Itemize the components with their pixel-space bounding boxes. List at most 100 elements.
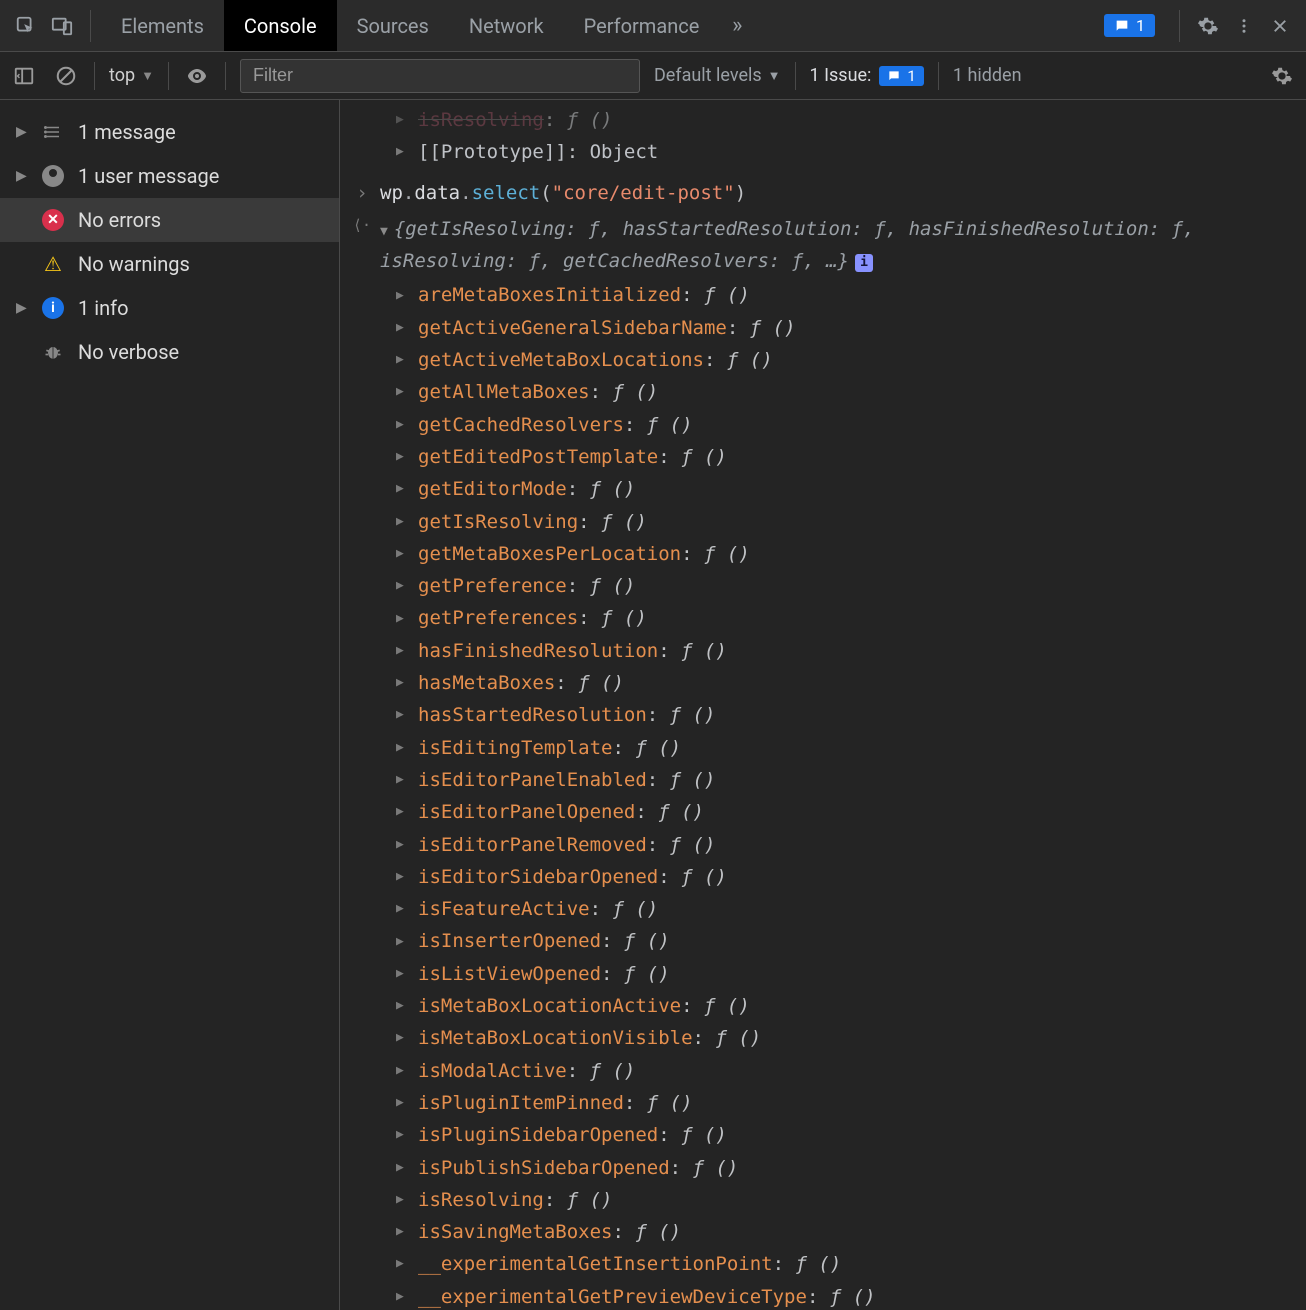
object-property[interactable]: ▶hasStartedResolution: ƒ () [340, 699, 1306, 731]
object-property[interactable]: ▶isModalActive: ƒ () [340, 1055, 1306, 1087]
expand-icon: ▶ [396, 963, 408, 985]
warn-icon: ⚠ [42, 253, 64, 275]
tab-elements[interactable]: Elements [101, 0, 224, 51]
object-property[interactable]: ▶getEditorMode: ƒ () [340, 473, 1306, 505]
sidebar-item-label: 1 user message [78, 164, 219, 188]
object-property[interactable]: ▶isMetaBoxLocationVisible: ƒ () [340, 1022, 1306, 1054]
object-property[interactable]: ▶__experimentalGetInsertionPoint: ƒ () [340, 1248, 1306, 1280]
command-text: wp.data.select("core/edit-post") [376, 177, 1298, 209]
object-property[interactable]: ▶isPublishSidebarOpened: ƒ () [340, 1152, 1306, 1184]
live-expression-icon[interactable] [183, 62, 211, 90]
object-property[interactable]: ▶isPluginItemPinned: ƒ () [340, 1087, 1306, 1119]
object-property[interactable]: ▶isMetaBoxLocationActive: ƒ () [340, 990, 1306, 1022]
object-property[interactable]: ▶getCachedResolvers: ƒ () [340, 409, 1306, 441]
object-property[interactable]: ▶isEditorPanelEnabled: ƒ () [340, 764, 1306, 796]
hidden-messages[interactable]: 1 hidden [953, 65, 1022, 86]
issues-label: 1 Issue: [810, 65, 872, 86]
chevron-down-icon: ▼ [141, 68, 154, 84]
expand-icon: ▶ [396, 866, 408, 888]
sidebar-item-lines[interactable]: ▶1 message [0, 110, 339, 154]
expand-icon: ▶ [396, 898, 408, 920]
expand-icon: ▶ [396, 1124, 408, 1146]
object-property[interactable]: ▶getActiveMetaBoxLocations: ƒ () [340, 344, 1306, 376]
object-property[interactable]: ▶isResolving: ƒ () [340, 1184, 1306, 1216]
sidebar-item-label: No verbose [78, 340, 179, 364]
object-property[interactable]: ▶isListViewOpened: ƒ () [340, 958, 1306, 990]
object-property[interactable]: ▶getPreference: ƒ () [340, 570, 1306, 602]
err-icon: ✕ [42, 209, 64, 231]
object-prototype[interactable]: ▶ [[Prototype]]: Object [340, 136, 1306, 168]
expand-icon: ▶ [396, 640, 408, 662]
sidebar-item-info[interactable]: ▶i1 info [0, 286, 339, 330]
expand-icon: ▶ [396, 511, 408, 533]
expand-icon: ▶ [396, 995, 408, 1017]
expand-icon: ▶ [396, 1060, 408, 1082]
object-property[interactable]: ▶isEditorSidebarOpened: ƒ () [340, 861, 1306, 893]
clear-console-icon[interactable] [52, 62, 80, 90]
inspect-icon[interactable] [8, 8, 44, 44]
chevron-down-icon: ▼ [768, 68, 781, 84]
object-property[interactable]: ▶isSavingMetaBoxes: ƒ () [340, 1216, 1306, 1248]
expand-icon: ▶ [16, 168, 28, 184]
close-icon[interactable] [1262, 8, 1298, 44]
tab-performance[interactable]: Performance [564, 0, 720, 51]
expand-icon: ▶ [396, 737, 408, 759]
collapse-icon[interactable]: ▼ [380, 224, 388, 239]
expand-icon: ▶ [396, 414, 408, 436]
sidebar-item-bug[interactable]: No verbose [0, 330, 339, 374]
result-icon: ⟨· [348, 213, 376, 239]
more-tabs-icon[interactable]: » [719, 8, 755, 44]
object-property[interactable]: ▶isEditorPanelRemoved: ƒ () [340, 829, 1306, 861]
filter-input[interactable] [240, 59, 640, 93]
expand-icon: ▶ [396, 317, 408, 339]
expand-icon: ▶ [396, 1157, 408, 1179]
issues-count: 1 [907, 67, 915, 85]
object-property[interactable]: ▶isFeatureActive: ƒ () [340, 893, 1306, 925]
issues-indicator[interactable]: 1 Issue: 1 [810, 65, 924, 86]
object-property[interactable]: ▶getPreferences: ƒ () [340, 602, 1306, 634]
messages-count: 1 [1136, 16, 1145, 35]
expand-icon: ▶ [396, 109, 408, 131]
object-property[interactable]: ▶getActiveGeneralSidebarName: ƒ () [340, 312, 1306, 344]
object-property[interactable]: ▶__experimentalGetPreviewDeviceType: ƒ (… [340, 1281, 1306, 1310]
object-property[interactable]: ▶isInserterOpened: ƒ () [340, 925, 1306, 957]
settings-icon[interactable] [1190, 8, 1226, 44]
expand-icon: ▶ [396, 801, 408, 823]
console-result-row[interactable]: ⟨· ▼{getIsResolving: ƒ, hasStartedResolu… [340, 211, 1306, 280]
sidebar-toggle-icon[interactable] [10, 62, 38, 90]
log-levels-selector[interactable]: Default levels ▼ [654, 65, 781, 86]
expand-icon: ▶ [396, 478, 408, 500]
device-toggle-icon[interactable] [44, 8, 80, 44]
object-property[interactable]: ▶getEditedPostTemplate: ƒ () [340, 441, 1306, 473]
object-property[interactable]: ▶isPluginSidebarOpened: ƒ () [340, 1119, 1306, 1151]
expand-icon: ▶ [396, 834, 408, 856]
console-settings-icon[interactable] [1268, 62, 1296, 90]
sidebar-item-user[interactable]: ▶ 1 user message [0, 154, 339, 198]
object-property[interactable]: ▶getAllMetaBoxes: ƒ () [340, 376, 1306, 408]
expand-icon: ▶ [396, 672, 408, 694]
object-property[interactable]: ▶hasMetaBoxes: ƒ () [340, 667, 1306, 699]
object-property[interactable]: ▶areMetaBoxesInitialized: ƒ () [340, 279, 1306, 311]
tab-network[interactable]: Network [449, 0, 564, 51]
object-property[interactable]: ▶getIsResolving: ƒ () [340, 506, 1306, 538]
expand-icon: ▶ [396, 349, 408, 371]
info-badge-icon[interactable]: i [855, 254, 873, 272]
sidebar-item-warn[interactable]: ⚠No warnings [0, 242, 339, 286]
console-command-row: › wp.data.select("core/edit-post") [340, 175, 1306, 211]
object-property[interactable]: ▶isEditingTemplate: ƒ () [340, 732, 1306, 764]
kebab-menu-icon[interactable] [1226, 8, 1262, 44]
sidebar-item-err[interactable]: ✕No errors [0, 198, 339, 242]
object-property[interactable]: ▶hasFinishedResolution: ƒ () [340, 635, 1306, 667]
tab-console[interactable]: Console [224, 0, 337, 51]
expand-icon: ▶ [396, 285, 408, 307]
object-property[interactable]: ▶isEditorPanelOpened: ƒ () [340, 796, 1306, 828]
console-sidebar: ▶1 message ▶ 1 user message ✕No errors⚠No w… [0, 100, 340, 1310]
context-selector[interactable]: top ▼ [109, 65, 154, 86]
object-property[interactable]: ▶getMetaBoxesPerLocation: ƒ () [340, 538, 1306, 570]
messages-badge[interactable]: 1 [1104, 14, 1155, 37]
lines-icon [42, 121, 64, 143]
object-summary: {getIsResolving: ƒ, hasStartedResolution… [380, 218, 1195, 272]
object-property[interactable]: ▶ isResolving: ƒ () [340, 104, 1306, 136]
tab-sources[interactable]: Sources [337, 0, 449, 51]
expand-icon: ▶ [16, 300, 28, 316]
